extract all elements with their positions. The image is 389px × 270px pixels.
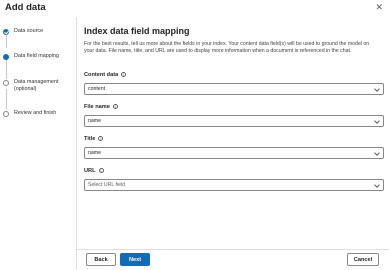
cancel-button[interactable]: Cancel	[347, 253, 379, 266]
current-step-icon	[3, 54, 9, 60]
step-label: Data management (optional)	[14, 79, 59, 92]
back-button[interactable]: Back	[86, 253, 116, 266]
info-icon[interactable]: i	[98, 136, 104, 142]
select-placeholder: Select URL field	[88, 182, 126, 188]
step-connector	[5, 59, 7, 79]
chevron-down-icon	[374, 117, 380, 124]
field-label-text: File name	[84, 104, 110, 110]
field-label-text: Content data	[84, 72, 119, 78]
page-title: Index data field mapping	[84, 26, 190, 36]
wizard-steps: Data source Data field mapping Data mana…	[0, 22, 76, 270]
check-icon	[3, 29, 9, 35]
title-label: Title i	[84, 136, 104, 142]
url-label: URL i	[84, 168, 104, 174]
select-value: name	[88, 150, 101, 156]
step-connector	[5, 89, 7, 109]
field-label-text: URL	[84, 168, 96, 174]
chevron-down-icon	[374, 85, 380, 92]
select-value: content	[88, 86, 106, 92]
content-data-label: Content data i	[84, 72, 127, 78]
footer-divider	[77, 249, 389, 250]
page-description: For the best results, tell us more about…	[84, 41, 370, 55]
step-label: Data source	[14, 28, 44, 34]
main-panel: Index data field mapping For the best re…	[84, 22, 384, 191]
title-select[interactable]: name	[84, 147, 384, 159]
pending-step-icon	[3, 80, 9, 86]
next-button[interactable]: Next	[120, 253, 150, 266]
select-value: name	[88, 118, 101, 124]
file-name-label: File name i	[84, 104, 118, 110]
content-data-select[interactable]: content	[84, 83, 384, 95]
field-label-text: Title	[84, 136, 96, 142]
step-label: Data field mapping	[14, 53, 59, 59]
dialog-title: Add data	[5, 2, 46, 13]
pending-step-icon	[3, 111, 9, 117]
chevron-down-icon	[374, 181, 380, 188]
info-icon[interactable]: i	[121, 72, 127, 78]
file-name-select[interactable]: name	[84, 115, 384, 127]
step-label: Review and finish	[14, 110, 57, 116]
info-icon[interactable]: i	[98, 168, 104, 174]
divider	[76, 17, 77, 270]
chevron-down-icon	[374, 149, 380, 156]
info-icon[interactable]: i	[112, 104, 118, 110]
close-icon[interactable]: ✕	[375, 2, 383, 13]
url-select[interactable]: Select URL field	[84, 179, 384, 191]
